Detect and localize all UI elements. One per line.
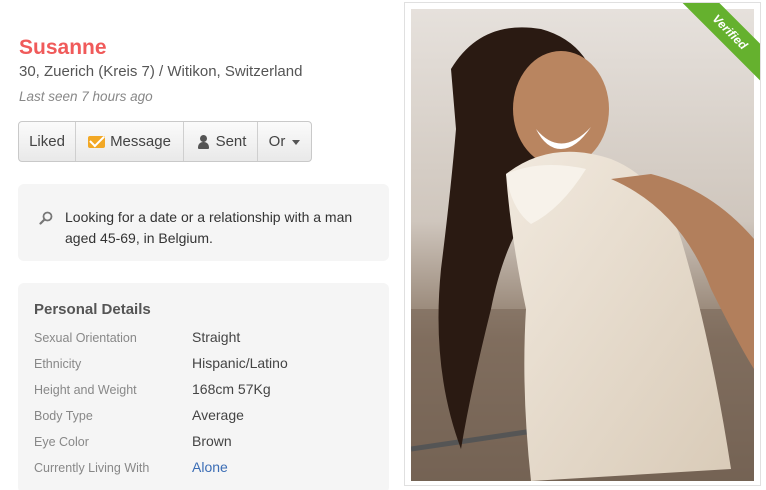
detail-row-ethnicity: Ethnicity Hispanic/Latino	[34, 355, 374, 375]
detail-label: Sexual Orientation	[34, 331, 137, 345]
liked-button[interactable]: Liked	[19, 122, 76, 161]
detail-row-sexual-orientation: Sexual Orientation Straight	[34, 329, 374, 349]
detail-label: Body Type	[34, 409, 93, 423]
detail-row-height-weight: Height and Weight 168cm 57Kg	[34, 381, 374, 401]
detail-row-eye-color: Eye Color Brown	[34, 433, 374, 453]
chevron-down-icon	[292, 140, 301, 145]
detail-label: Ethnicity	[34, 357, 82, 371]
detail-value: Brown	[192, 433, 232, 449]
personal-details-panel: Personal Details Sexual Orientation Stra…	[18, 283, 389, 490]
sent-button[interactable]: Sent	[184, 122, 258, 161]
last-seen-status: Last seen 7 hours ago	[19, 89, 153, 104]
detail-value: Average	[192, 407, 244, 423]
detail-row-living-with: Currently Living With Alone	[34, 459, 374, 479]
user-sent-icon	[195, 134, 211, 150]
liked-label: Liked	[29, 133, 65, 150]
detail-label: Height and Weight	[34, 383, 137, 397]
more-label: Or	[268, 133, 286, 150]
profile-photo-frame[interactable]: Verified	[404, 2, 761, 486]
personal-details-title: Personal Details	[34, 301, 151, 318]
message-button[interactable]: Message	[76, 122, 184, 161]
living-with-link[interactable]: Alone	[192, 459, 228, 475]
looking-for-text: Looking for a date or a relationship wit…	[65, 209, 353, 246]
envelope-icon	[88, 135, 106, 148]
action-bar: Liked Message Sent Or	[18, 121, 312, 162]
detail-row-body-type: Body Type Average	[34, 407, 374, 427]
detail-value: Hispanic/Latino	[192, 355, 288, 371]
profile-photo	[411, 9, 754, 481]
more-options-dropdown[interactable]: Or	[258, 122, 311, 161]
detail-label: Currently Living With	[34, 461, 150, 475]
detail-label: Eye Color	[34, 435, 89, 449]
detail-value: 168cm 57Kg	[192, 381, 271, 397]
profile-name: Susanne	[19, 36, 107, 59]
looking-for-box: Looking for a date or a relationship wit…	[18, 184, 389, 261]
profile-location: 30, Zuerich (Kreis 7) / Witikon, Switzer…	[19, 63, 303, 80]
message-label: Message	[110, 133, 171, 150]
search-icon	[39, 211, 53, 225]
detail-value: Straight	[192, 329, 241, 345]
sent-label: Sent	[215, 133, 247, 150]
